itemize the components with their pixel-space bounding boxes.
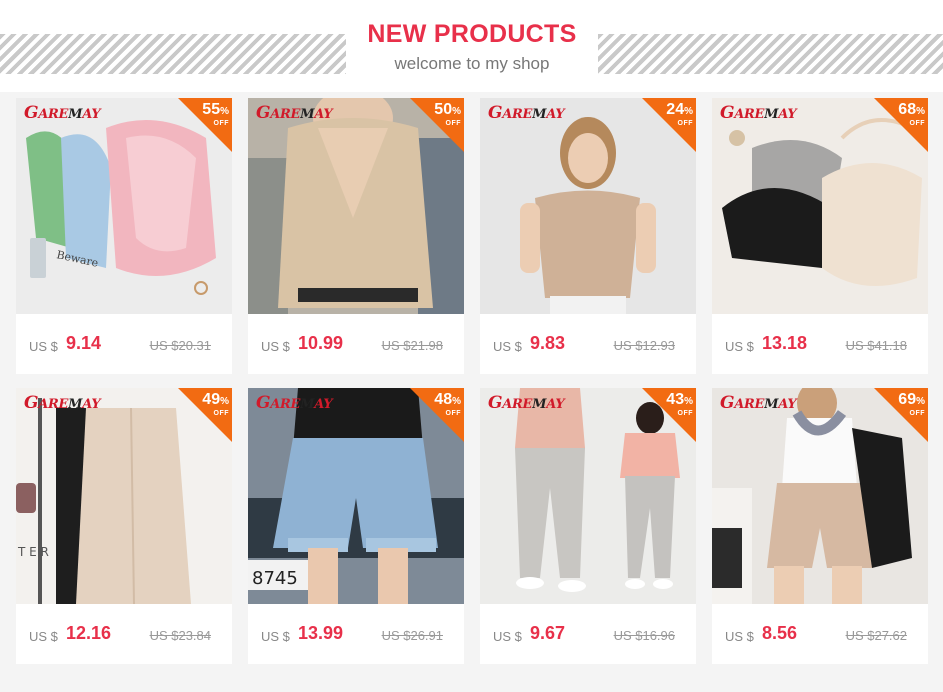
product-showcase: NEW PRODUCTS welcome to my shop Beware G… <box>0 0 943 692</box>
discount-percent: 49 <box>202 391 221 408</box>
product-card[interactable]: GAREMAY 24% OFF US $ 9.83 US $12.93 <box>480 98 696 374</box>
sale-price: 13.18 <box>762 333 808 353</box>
discount-percent: 50 <box>434 101 453 118</box>
original-price: US $27.62 <box>845 628 907 643</box>
svg-text:8745: 8745 <box>252 568 298 589</box>
brand-logo: GAREMAY <box>256 103 333 123</box>
original-price: US $41.18 <box>845 338 907 353</box>
product-card[interactable]: GAREMAY 43% OFF US $ 9.67 US $16.96 <box>480 388 696 664</box>
brand-logo: GAREMAY <box>24 393 101 413</box>
decorative-stripe-left <box>0 34 346 74</box>
discount-badge-text: 24% OFF <box>666 101 693 128</box>
product-card[interactable]: 8745 GAREMAY 48% OFF US $ 13.99 US $26.9… <box>248 388 464 664</box>
product-image[interactable]: GAREMAY 24% OFF <box>480 98 696 314</box>
brand-logo: GAREMAY <box>24 103 101 123</box>
price-row: US $ 13.18 US $41.18 <box>712 314 928 374</box>
brand-logo: GAREMAY <box>720 393 797 413</box>
sale-price: 13.99 <box>298 623 344 643</box>
product-image[interactable]: GAREMAY 68% OFF <box>712 98 928 314</box>
original-price: US $16.96 <box>613 628 675 643</box>
product-card[interactable]: GAREMAY 69% OFF US $ 8.56 US $27.62 <box>712 388 928 664</box>
brand-logo: GAREMAY <box>488 393 565 413</box>
brand-logo: GAREMAY <box>720 103 797 123</box>
product-card[interactable]: GAREMAY 50% OFF US $ 10.99 US $21.98 <box>248 98 464 374</box>
currency-label: US $ <box>725 629 754 644</box>
original-price: US $20.31 <box>149 338 211 353</box>
discount-badge-text: 43% OFF <box>666 391 693 418</box>
product-card[interactable]: Beware GAREMAY 55% OFF US $ 9.14 US $20.… <box>16 98 232 374</box>
sale-price: 10.99 <box>298 333 344 353</box>
decorative-stripe-right <box>598 34 943 74</box>
discount-badge-text: 69% OFF <box>898 391 925 418</box>
original-price: US $26.91 <box>381 628 443 643</box>
sale-price: 12.16 <box>66 623 112 643</box>
discount-percent: 69 <box>898 391 917 408</box>
product-image[interactable]: GAREMAY 43% OFF <box>480 388 696 604</box>
section-subtitle: welcome to my shop <box>394 54 550 73</box>
discount-percent: 48 <box>434 391 453 408</box>
product-image[interactable]: GAREMAY 69% OFF <box>712 388 928 604</box>
discount-percent: 24 <box>666 101 685 118</box>
discount-percent: 68 <box>898 101 917 118</box>
discount-badge-text: 48% OFF <box>434 391 461 418</box>
sale-price: 9.67 <box>530 623 566 643</box>
sale-price: 8.56 <box>762 623 798 643</box>
price-row: US $ 12.16 US $23.84 <box>16 604 232 664</box>
price-row: US $ 9.14 US $20.31 <box>16 314 232 374</box>
currency-label: US $ <box>493 629 522 644</box>
currency-label: US $ <box>493 339 522 354</box>
sale-price: 9.14 <box>66 333 102 353</box>
product-card[interactable]: GAREMAY 68% OFF US $ 13.18 US $41.18 <box>712 98 928 374</box>
price-row: US $ 13.99 US $26.91 <box>248 604 464 664</box>
discount-badge-text: 55% OFF <box>202 101 229 128</box>
sale-price: 9.83 <box>530 333 566 353</box>
price-row: US $ 9.83 US $12.93 <box>480 314 696 374</box>
original-price: US $21.98 <box>381 338 443 353</box>
brand-logo: GAREMAY <box>256 393 333 413</box>
currency-label: US $ <box>261 339 290 354</box>
product-card[interactable]: T E R GAREMAY 49% OFF US $ 12.16 US $23.… <box>16 388 232 664</box>
currency-label: US $ <box>29 339 58 354</box>
discount-badge-text: 49% OFF <box>202 391 229 418</box>
currency-label: US $ <box>725 339 754 354</box>
original-price: US $23.84 <box>149 628 211 643</box>
section-header: NEW PRODUCTS welcome to my shop <box>0 0 943 92</box>
product-image[interactable]: T E R GAREMAY 49% OFF <box>16 388 232 604</box>
original-price: US $12.93 <box>613 338 675 353</box>
discount-badge-text: 68% OFF <box>898 101 925 128</box>
product-image[interactable]: GAREMAY 50% OFF <box>248 98 464 314</box>
discount-percent: 55 <box>202 101 221 118</box>
discount-percent: 43 <box>666 391 685 408</box>
price-row: US $ 10.99 US $21.98 <box>248 314 464 374</box>
brand-logo: GAREMAY <box>488 103 565 123</box>
price-row: US $ 9.67 US $16.96 <box>480 604 696 664</box>
svg-text:T E R: T E R <box>17 545 49 559</box>
product-image[interactable]: Beware GAREMAY 55% OFF <box>16 98 232 314</box>
product-image[interactable]: 8745 GAREMAY 48% OFF <box>248 388 464 604</box>
price-row: US $ 8.56 US $27.62 <box>712 604 928 664</box>
currency-label: US $ <box>261 629 290 644</box>
discount-badge-text: 50% OFF <box>434 101 461 128</box>
currency-label: US $ <box>29 629 58 644</box>
section-title: NEW PRODUCTS <box>367 20 577 48</box>
